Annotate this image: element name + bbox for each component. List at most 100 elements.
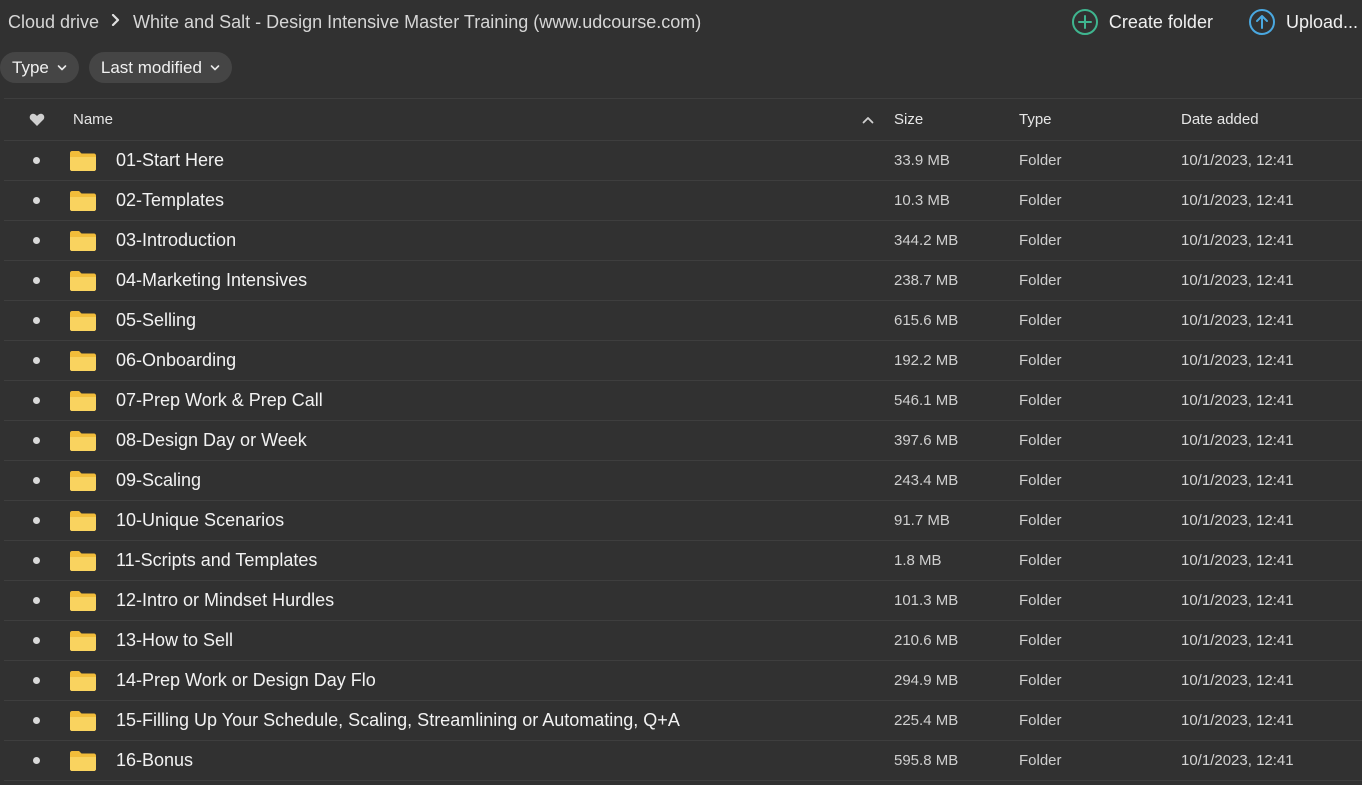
row-status-cell [4,517,69,524]
size-cell: 210.6 MB [894,632,959,649]
name-cell[interactable]: 15-Filling Up Your Schedule, Scaling, St… [69,710,894,732]
date-added-cell: 10/1/2023, 12:41 [1181,352,1294,369]
folder-icon [70,750,96,771]
folder-icon [70,270,96,291]
name-cell[interactable]: 01-Start Here [69,150,894,172]
table-row[interactable]: 06-Onboarding 192.2 MB Folder 10/1/2023,… [4,341,1362,381]
table-row[interactable]: 03-Introduction 344.2 MB Folder 10/1/202… [4,221,1362,261]
folder-icon [70,710,96,731]
row-status-cell [4,717,69,724]
table-row[interactable]: 10-Unique Scenarios 91.7 MB Folder 10/1/… [4,501,1362,541]
plus-circle-icon [1071,9,1098,35]
size-cell: 101.3 MB [894,592,959,609]
name-cell[interactable]: 16-Bonus [69,750,894,772]
type-filter-dropdown[interactable]: Type [0,52,79,83]
name-cell[interactable]: 14-Prep Work or Design Day Flo [69,670,894,692]
size-cell: 33.9 MB [894,152,950,169]
table-row[interactable]: 05-Selling 615.6 MB Folder 10/1/2023, 12… [4,301,1362,341]
status-dot-icon [33,597,40,604]
date-added-cell: 10/1/2023, 12:41 [1181,512,1294,529]
filter-bar: Type Last modified [0,52,232,83]
upload-button[interactable]: Upload... [1248,8,1358,36]
name-cell[interactable]: 11-Scripts and Templates [69,550,894,572]
status-dot-icon [33,397,40,404]
name-cell[interactable]: 02-Templates [69,190,894,212]
file-name: 16-Bonus [116,750,194,770]
table-row[interactable]: 08-Design Day or Week 397.6 MB Folder 10… [4,421,1362,461]
table-row[interactable]: 16-Bonus 595.8 MB Folder 10/1/2023, 12:4… [4,741,1362,781]
last-modified-filter-dropdown[interactable]: Last modified [88,52,232,83]
row-status-cell [4,437,69,444]
type-cell: Folder [1019,352,1062,369]
size-cell: 192.2 MB [894,352,959,369]
date-added-cell: 10/1/2023, 12:41 [1181,192,1294,209]
date-added-cell: 10/1/2023, 12:41 [1181,272,1294,289]
table-body: 01-Start Here 33.9 MB Folder 10/1/2023, … [4,141,1362,781]
size-cell: 238.7 MB [894,272,959,289]
date-added-cell: 10/1/2023, 12:41 [1181,592,1294,609]
status-dot-icon [33,437,40,444]
name-cell[interactable]: 13-How to Sell [69,630,894,652]
date-added-cell: 10/1/2023, 12:41 [1181,632,1294,649]
folder-icon [70,550,96,571]
file-name: 08-Design Day or Week [116,430,307,450]
status-dot-icon [33,477,40,484]
type-cell: Folder [1019,632,1062,649]
table-row[interactable]: 04-Marketing Intensives 238.7 MB Folder … [4,261,1362,301]
size-cell: 595.8 MB [894,752,959,769]
last-modified-filter-label: Last modified [100,57,202,77]
file-name: 14-Prep Work or Design Day Flo [116,670,376,690]
name-cell[interactable]: 06-Onboarding [69,350,894,372]
folder-icon [70,310,96,331]
table-row[interactable]: 07-Prep Work & Prep Call 546.1 MB Folder… [4,381,1362,421]
date-added-cell: 10/1/2023, 12:41 [1181,712,1294,729]
file-name: 02-Templates [116,190,225,210]
table-row[interactable]: 12-Intro or Mindset Hurdles 101.3 MB Fol… [4,581,1362,621]
date-added-column-header[interactable]: Date added [1181,111,1362,128]
date-added-cell: 10/1/2023, 12:41 [1181,432,1294,449]
name-cell[interactable]: 05-Selling [69,310,894,332]
type-column-header[interactable]: Type [1019,111,1181,128]
size-column-header[interactable]: Size [894,111,1019,128]
date-added-cell: 10/1/2023, 12:41 [1181,232,1294,249]
size-cell: 225.4 MB [894,712,959,729]
name-column-header[interactable]: Name [69,111,894,128]
name-cell[interactable]: 03-Introduction [69,230,894,252]
create-folder-button[interactable]: Create folder [1071,8,1213,36]
table-row[interactable]: 11-Scripts and Templates 1.8 MB Folder 1… [4,541,1362,581]
upload-label: Upload... [1285,11,1358,32]
date-added-cell: 10/1/2023, 12:41 [1181,672,1294,689]
table-row[interactable]: 02-Templates 10.3 MB Folder 10/1/2023, 1… [4,181,1362,221]
name-cell[interactable]: 04-Marketing Intensives [69,270,894,292]
table-row[interactable]: 09-Scaling 243.4 MB Folder 10/1/2023, 12… [4,461,1362,501]
table-row[interactable]: 14-Prep Work or Design Day Flo 294.9 MB … [4,661,1362,701]
table-header: Name Size Type Date added [4,98,1362,141]
table-row[interactable]: 15-Filling Up Your Schedule, Scaling, St… [4,701,1362,741]
type-cell: Folder [1019,552,1062,569]
name-cell[interactable]: 07-Prep Work & Prep Call [69,390,894,412]
table-row[interactable]: 13-How to Sell 210.6 MB Folder 10/1/2023… [4,621,1362,661]
size-cell: 344.2 MB [894,232,959,249]
size-cell: 1.8 MB [894,552,942,569]
table-row[interactable]: 01-Start Here 33.9 MB Folder 10/1/2023, … [4,141,1362,181]
status-dot-icon [33,517,40,524]
date-added-cell: 10/1/2023, 12:41 [1181,472,1294,489]
folder-icon [70,670,96,691]
row-status-cell [4,197,69,204]
type-cell: Folder [1019,432,1062,449]
file-name: 05-Selling [116,310,197,330]
name-cell[interactable]: 12-Intro or Mindset Hurdles [69,590,894,612]
create-folder-label: Create folder [1108,11,1213,32]
name-cell[interactable]: 10-Unique Scenarios [69,510,894,532]
type-cell: Folder [1019,312,1062,329]
chevron-down-icon [210,64,220,70]
breadcrumb-root[interactable]: Cloud drive [8,12,99,33]
name-cell[interactable]: 09-Scaling [69,470,894,492]
status-dot-icon [33,277,40,284]
name-cell[interactable]: 08-Design Day or Week [69,430,894,452]
type-cell: Folder [1019,592,1062,609]
size-cell: 243.4 MB [894,472,959,489]
file-name: 09-Scaling [116,470,202,490]
favourite-column-header[interactable] [4,113,69,127]
date-added-cell: 10/1/2023, 12:41 [1181,752,1294,769]
